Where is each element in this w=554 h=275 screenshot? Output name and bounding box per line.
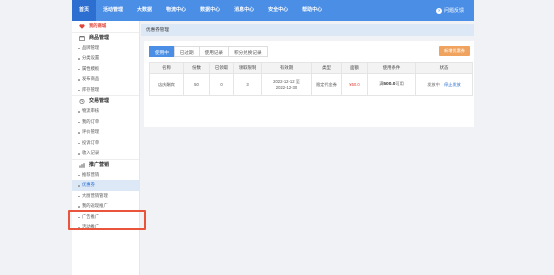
sidebar-item-chef-marketing[interactable]: 大厨营销管理 bbox=[72, 191, 139, 202]
col-header-count: 份数 bbox=[183, 62, 210, 74]
sidebar-item-reviews[interactable]: 评价管理 bbox=[72, 127, 139, 138]
nav-activity[interactable]: 活动管理 bbox=[96, 0, 130, 21]
stop-issuing-link[interactable]: 停止发放 bbox=[444, 82, 461, 87]
sidebar-item-coupons[interactable]: 优惠券 bbox=[72, 180, 139, 191]
sidebar-item-income[interactable]: 收入记录 bbox=[72, 148, 139, 159]
coupon-panel: 使用中 已过期 使用记录 积分兑换记录 新增优惠券 名称 份数 已领取 领取限制 bbox=[144, 41, 474, 127]
breadcrumb: 优惠券管理 bbox=[141, 24, 474, 36]
col-header-status: 状态 bbox=[415, 62, 473, 74]
nav-bigdata[interactable]: 大数据 bbox=[130, 0, 159, 21]
sidebar-group-trade-label: 交易管理 bbox=[89, 98, 110, 104]
cell-validity: 2022-12-12 至 2022-12-30 bbox=[261, 73, 312, 96]
sidebar-group-goods[interactable]: 商品管理 bbox=[72, 31, 139, 43]
app-page: 首页 活动管理 大数据 物流中心 数据中心 消息中心 安全中心 帮助中心 ? 问… bbox=[0, 0, 554, 275]
col-header-limit: 领取限制 bbox=[233, 62, 262, 74]
col-header-validity: 有效期 bbox=[261, 62, 312, 74]
nav-messages[interactable]: 消息中心 bbox=[227, 0, 261, 21]
table-row: 店庆酬宾 50 0 3 2022-12-12 至 2022-12-30 限定代金… bbox=[149, 73, 473, 96]
coupon-table: 名称 份数 已领取 领取限制 有效期 类型 面额 使用条件 状态 店庆酬宾 50 bbox=[149, 62, 473, 96]
nav-logistics[interactable]: 物流中心 bbox=[159, 0, 193, 21]
cond-amount: 500.0 bbox=[383, 82, 396, 88]
col-header-name: 名称 bbox=[149, 62, 184, 74]
sidebar-group-goods-label: 商品管理 bbox=[89, 34, 110, 41]
main-content: 优惠券管理 使用中 已过期 使用记录 积分兑换记录 新增优惠券 名称 份数 已领… bbox=[141, 24, 474, 275]
help-icon: ? bbox=[435, 7, 442, 14]
cell-limit: 3 bbox=[233, 73, 262, 96]
cell-count: 50 bbox=[183, 73, 210, 96]
sidebar-item-logistics-review[interactable]: 物流审核 bbox=[72, 106, 139, 117]
sidebar-group-trade[interactable]: 交易管理 bbox=[72, 95, 139, 106]
tab-points-exchange[interactable]: 积分兑换记录 bbox=[227, 46, 268, 57]
cell-status: 发放中 停止发放 bbox=[415, 73, 473, 96]
col-header-type: 类型 bbox=[311, 62, 342, 74]
chart-icon bbox=[79, 162, 85, 168]
sidebar-item-ads[interactable]: 广告推广 bbox=[72, 212, 139, 223]
cell-condition: 满500.0可用 bbox=[367, 73, 416, 96]
cond-suffix: 可用 bbox=[395, 81, 404, 87]
cell-amount: ¥50.0 bbox=[341, 73, 368, 96]
sidebar-my-shop[interactable]: 我的商城 bbox=[72, 21, 139, 32]
sidebar-item-category[interactable]: 分类设置 bbox=[72, 53, 139, 64]
cell-type: 限定代金券 bbox=[311, 73, 342, 96]
sidebar-group-promo-label: 推广营销 bbox=[89, 161, 110, 168]
valid-to: 2022-12-30 bbox=[275, 84, 298, 90]
tab-usage-records[interactable]: 使用记录 bbox=[198, 46, 229, 57]
sidebar-item-cashback[interactable]: 我的返现推广 bbox=[72, 201, 139, 212]
sidebar-item-recommend[interactable]: 推荐营销 bbox=[72, 170, 139, 181]
sidebar-item-complaints[interactable]: 投诉订单 bbox=[72, 138, 139, 149]
cell-name: 店庆酬宾 bbox=[149, 73, 184, 96]
col-header-condition: 使用条件 bbox=[367, 62, 416, 74]
trade-icon bbox=[79, 99, 85, 104]
status-text: 发放中 bbox=[427, 81, 440, 87]
nav-help[interactable]: 帮助中心 bbox=[295, 0, 329, 21]
sidebar-item-attr-template[interactable]: 属性模板 bbox=[72, 64, 139, 75]
top-nav: 首页 活动管理 大数据 物流中心 数据中心 消息中心 安全中心 帮助中心 ? 问… bbox=[72, 0, 474, 21]
sidebar-my-shop-label: 我的商城 bbox=[89, 23, 107, 28]
tab-expired[interactable]: 已过期 bbox=[173, 46, 200, 57]
col-header-amount: 面额 bbox=[341, 62, 368, 74]
nav-data-center[interactable]: 数据中心 bbox=[193, 0, 227, 21]
cell-received: 0 bbox=[209, 73, 234, 96]
sidebar-item-publish[interactable]: 发布商品 bbox=[72, 74, 139, 85]
feedback-label: 问题反馈 bbox=[443, 8, 464, 14]
sidebar-group-promo[interactable]: 推广营销 bbox=[72, 158, 139, 170]
sidebar-item-activity-promo[interactable]: 活动推广 bbox=[72, 222, 139, 233]
sidebar-item-brand[interactable]: 品牌管理 bbox=[72, 43, 139, 54]
sidebar-item-stock[interactable]: 库存管理 bbox=[72, 85, 139, 96]
nav-home[interactable]: 首页 bbox=[72, 0, 97, 21]
nav-security[interactable]: 安全中心 bbox=[261, 0, 295, 21]
sidebar-item-my-orders[interactable]: 我的订单 bbox=[72, 117, 139, 128]
coupon-tabs: 使用中 已过期 使用记录 积分兑换记录 bbox=[149, 46, 268, 57]
sidebar: 我的商城 商品管理 品牌管理 分类设置 属性模板 发布商品 库存管理 交易管理 … bbox=[72, 21, 140, 275]
tab-in-use[interactable]: 使用中 bbox=[149, 46, 175, 57]
feedback-link[interactable]: ? 问题反馈 bbox=[435, 0, 464, 21]
store-icon bbox=[79, 35, 85, 41]
col-header-received: 已领取 bbox=[209, 62, 234, 74]
heart-icon bbox=[79, 23, 85, 29]
new-coupon-button[interactable]: 新增优惠券 bbox=[439, 46, 470, 56]
table-header-row: 名称 份数 已领取 领取限制 有效期 类型 面额 使用条件 状态 bbox=[149, 62, 473, 74]
